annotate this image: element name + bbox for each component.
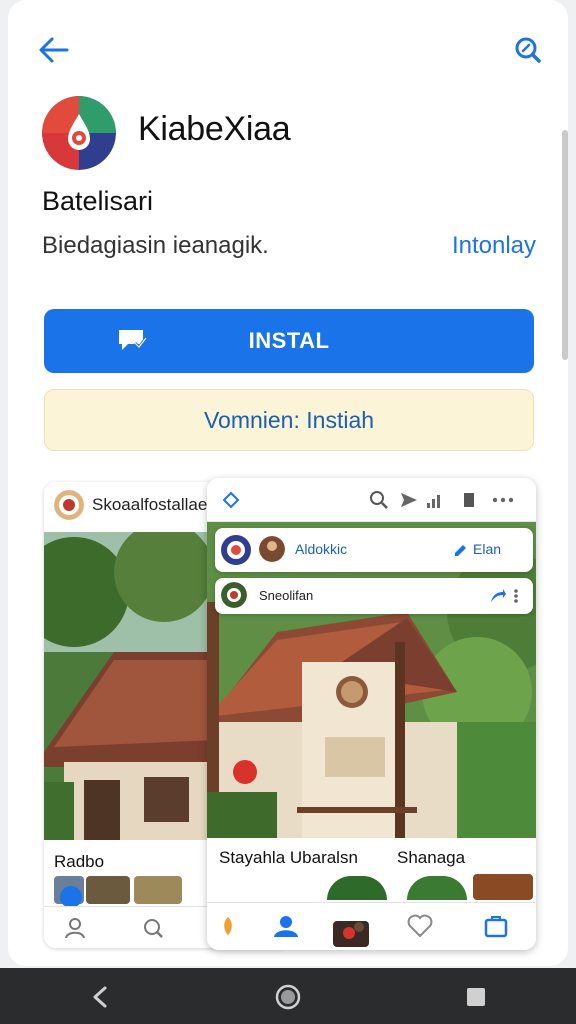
thumbnail	[86, 876, 130, 904]
post-card[interactable]: Sneolifan	[215, 578, 533, 614]
top-bar	[8, 18, 568, 80]
notice-text: Vomnien: Instiah	[203, 406, 375, 433]
screenshot-caption: Radbo	[54, 852, 105, 871]
leaf-icon[interactable]	[215, 913, 241, 939]
badge	[60, 886, 82, 908]
send-icon[interactable]	[397, 488, 421, 512]
recents-square-icon[interactable]	[461, 982, 491, 1012]
app-description: Biedagiasin ieanagik.	[42, 232, 269, 259]
card-name: Aldokkic	[295, 541, 348, 557]
more-icon[interactable]	[513, 588, 519, 604]
system-navigation-bar	[0, 968, 576, 1024]
search-icon[interactable]	[140, 915, 166, 941]
avatar	[221, 582, 247, 608]
avatar	[54, 490, 84, 520]
caption: Shanaga	[397, 848, 466, 867]
developer-name[interactable]: Batelisari	[42, 186, 153, 217]
more-icon[interactable]	[491, 488, 515, 512]
thumbnail	[473, 874, 533, 900]
install-label: INSTAL	[248, 328, 330, 353]
bag-icon[interactable]	[483, 913, 509, 939]
screenshot-title: Skoaalfostallae	[92, 495, 208, 514]
bottom-nav	[207, 902, 536, 950]
app-logo	[42, 96, 116, 170]
share-icon[interactable]	[489, 588, 507, 604]
person-icon[interactable]	[273, 913, 299, 939]
avatar	[221, 535, 251, 565]
diamond-icon[interactable]	[219, 488, 243, 512]
food-thumbnail	[333, 915, 369, 947]
description-link[interactable]: Intonlay	[452, 232, 536, 260]
card-name: Sneolifan	[259, 588, 314, 603]
arrow-left-icon	[39, 37, 69, 63]
thumbnail	[134, 876, 182, 904]
search-button[interactable]	[508, 32, 548, 68]
post-card[interactable]: Aldokkic Elan	[215, 528, 533, 572]
app-name: KiabeXiaa	[138, 110, 291, 148]
home-circle-icon[interactable]	[273, 982, 303, 1012]
caption-row: Stayahla Ubaralsn Shanaga	[207, 838, 536, 902]
person-icon[interactable]	[62, 915, 88, 941]
install-button[interactable]: INSTAL	[44, 309, 534, 373]
edit-icon	[455, 545, 466, 556]
caption: Stayahla Ubaralsn	[219, 848, 358, 867]
search-icon	[515, 37, 541, 63]
avatar	[259, 536, 285, 562]
install-device-icon	[119, 330, 148, 350]
card-action[interactable]: Elan	[473, 541, 501, 557]
thumbnail	[407, 876, 467, 900]
bookmark-icon[interactable]	[457, 488, 481, 512]
app-header: KiabeXiaa	[42, 96, 542, 176]
screenshot-right[interactable]: Aldokkic Elan Sneolifan Stayahla Ubarals…	[207, 478, 536, 950]
screenshot-gallery[interactable]: Skoaalfostallae Radbo Aldokkic Elan Sneo…	[44, 478, 536, 950]
back-triangle-icon[interactable]	[85, 982, 115, 1012]
thumbnail	[327, 876, 387, 900]
heart-icon[interactable]	[407, 913, 433, 939]
app-store-screen: KiabeXiaa Batelisari Biedagiasin ieanagi…	[8, 0, 568, 966]
search-icon[interactable]	[367, 488, 391, 512]
back-button[interactable]	[34, 32, 74, 68]
notice-banner[interactable]: Vomnien: Instiah	[44, 389, 534, 451]
signal-icon	[423, 488, 447, 512]
scrollbar[interactable]	[562, 130, 568, 360]
toolbar	[207, 478, 536, 522]
